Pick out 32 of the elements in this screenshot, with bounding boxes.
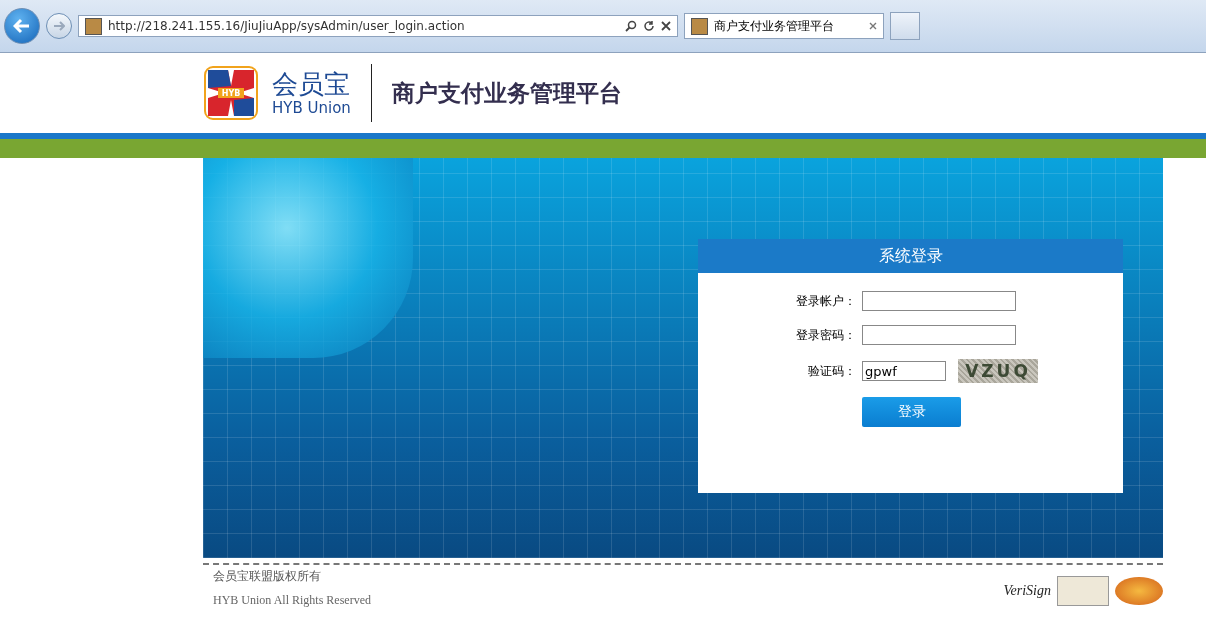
new-tab-button[interactable] — [890, 12, 920, 40]
refresh-icon[interactable] — [643, 20, 655, 32]
copyright-text: HYB Union All Rights Reserved — [213, 593, 371, 608]
certificate-badge — [1057, 576, 1109, 606]
field-label: 登录帐户： — [795, 292, 856, 310]
favicon-icon — [85, 17, 102, 35]
logo-text: 会员宝 — [272, 69, 351, 99]
arrow-icon — [13, 18, 31, 34]
input-field[interactable] — [862, 325, 1016, 345]
close-icon[interactable] — [869, 22, 877, 30]
browser-tab[interactable]: 商户支付业务管理平台 — [684, 13, 884, 39]
login-button[interactable]: 登录 — [862, 397, 961, 427]
copyright-text: 会员宝联盟版权所有 — [213, 568, 322, 585]
field-label: 登录密码： — [795, 326, 856, 344]
seal-badge — [1115, 577, 1163, 605]
back-button[interactable] — [4, 8, 40, 44]
search-icon[interactable] — [625, 20, 637, 32]
logo-text: HYB Union — [272, 99, 351, 117]
field-label: 验证码： — [807, 362, 856, 380]
arrow-icon — [53, 21, 65, 31]
badge-label: VeriSign — [1003, 583, 1051, 599]
favicon-icon — [691, 17, 708, 35]
forward-button[interactable] — [46, 13, 72, 39]
logo-drawing: HYB — [204, 66, 258, 120]
url-text: http://218.241.155.16/JiuJiuApp/sysAdmin/user_login.action — [108, 19, 466, 33]
close-icon[interactable] — [661, 21, 671, 31]
site-title: 商户支付业务管理平台 — [391, 77, 622, 108]
input-field[interactable]: gpwf — [862, 361, 946, 381]
input-field[interactable] — [862, 291, 1016, 311]
address-bar[interactable]: http://218.241.155.16/JiuJiuApp/sysAdmin/user_login.action — [78, 15, 678, 37]
panel-title: 系统登录 — [698, 239, 1123, 273]
captcha-image: VZUQ — [958, 359, 1038, 383]
